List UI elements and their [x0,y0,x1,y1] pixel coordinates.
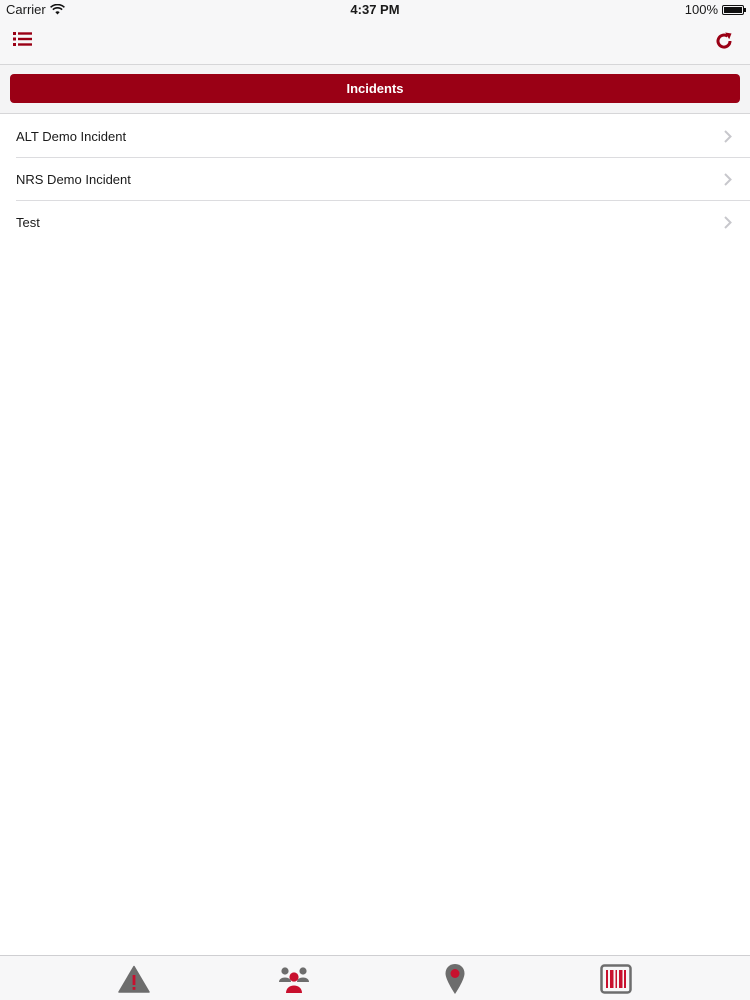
battery-icon [722,4,746,15]
location-pin-icon [445,964,465,994]
list-item-label: Test [16,215,40,230]
tab-bar [0,955,750,1000]
warning-icon [118,965,150,993]
navigation-bar [0,20,750,65]
menu-button[interactable] [12,30,38,54]
chevron-right-icon [724,216,732,229]
list-item-test[interactable]: Test [0,201,750,244]
status-right: 100% [684,2,746,17]
list-item-label: NRS Demo Incident [16,172,131,187]
incidents-segment[interactable]: Incidents [10,74,740,103]
tab-location[interactable] [435,962,475,996]
battery-percent: 100% [684,2,718,17]
tab-barcode[interactable] [596,962,636,996]
incident-list: ALT Demo Incident NRS Demo Incident Test [0,115,750,244]
chevron-right-icon [724,173,732,186]
tab-people[interactable] [274,962,314,996]
list-item-alt-demo-incident[interactable]: ALT Demo Incident [0,115,750,158]
people-icon [279,967,309,993]
battery-fill [724,6,742,13]
chevron-right-icon [724,130,732,143]
refresh-icon [716,32,732,49]
segment-header: Incidents [0,65,750,114]
barcode-icon [600,964,632,994]
status-bar: Carrier 4:37 PM 100% [0,0,750,20]
list-item-label: ALT Demo Incident [16,129,127,144]
list-menu-icon [13,32,32,46]
refresh-button[interactable] [714,31,738,55]
list-item-nrs-demo-incident[interactable]: NRS Demo Incident [0,158,750,201]
status-time: 4:37 PM [350,2,400,17]
tab-warning[interactable] [114,962,154,996]
